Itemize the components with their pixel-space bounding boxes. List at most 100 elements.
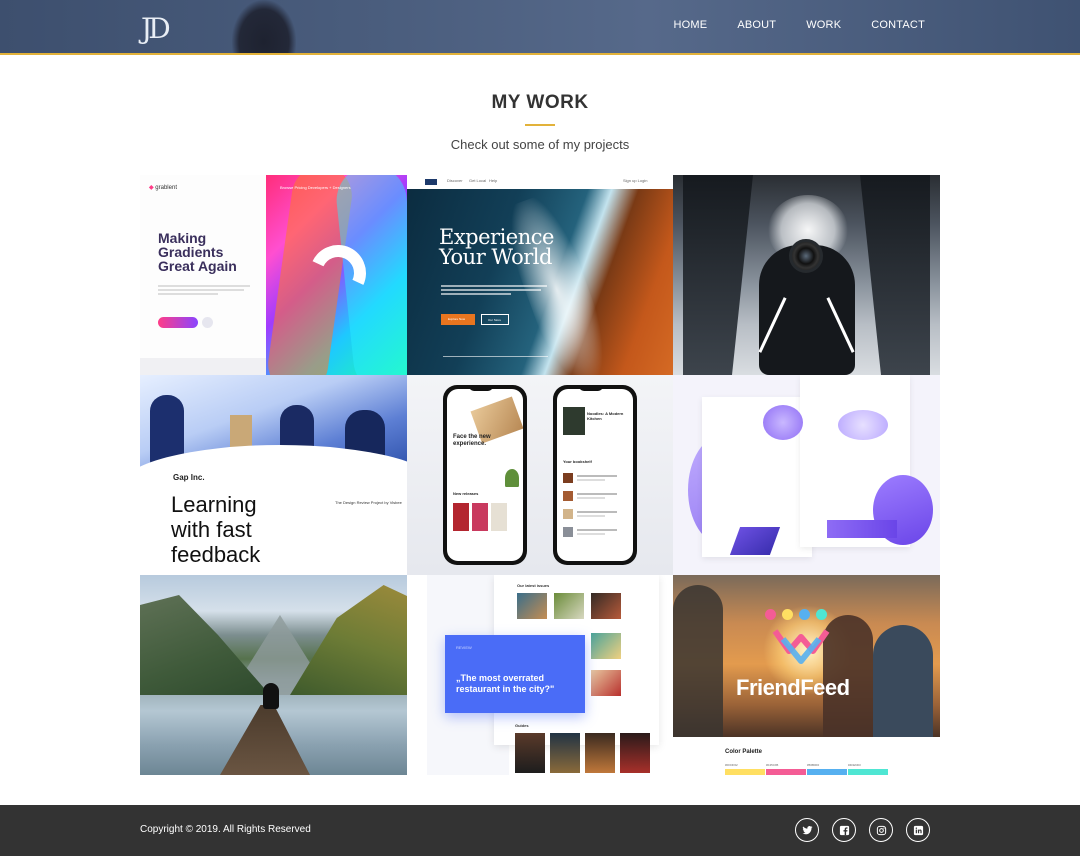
- mountain: [290, 585, 407, 695]
- list-item: [563, 473, 623, 483]
- swatch-label: #4FE6D3: [848, 763, 861, 767]
- grablent-nav: Browse Pricing Developers + Designers: [280, 185, 351, 190]
- purple-cta-panel: [827, 520, 897, 538]
- twitter-icon: [801, 825, 813, 834]
- experience-body-placeholder: [441, 283, 551, 297]
- friendfeed-logo-dots: [765, 609, 827, 620]
- phone-notch: [469, 385, 493, 391]
- phone-title: Face the new experience.: [453, 434, 491, 448]
- social-links: [795, 818, 930, 842]
- project-tile-book-app[interactable]: Face the new experience. New releases No…: [407, 375, 673, 575]
- food-image: [591, 670, 621, 696]
- linkedin-icon: [913, 825, 923, 835]
- site-logo[interactable]: JD: [141, 12, 187, 46]
- title-line: Face the new: [453, 434, 491, 440]
- review-card: REVIEW „The most overrated restaurant in…: [445, 635, 585, 713]
- grablent-body-text-placeholder: [158, 283, 253, 297]
- instagram-link[interactable]: [869, 818, 893, 842]
- headline-line: Learning: [171, 492, 257, 517]
- experience-store-button: Our Store: [481, 314, 509, 325]
- illustration-figure: [763, 405, 803, 440]
- guide-image: [550, 733, 580, 773]
- grablent-footer-bar: [140, 358, 266, 375]
- logo-dot: [816, 609, 827, 620]
- gap-note: The Design Review Project by Visbee: [335, 500, 402, 505]
- main-nav: HOME ABOUT WORK CONTACT: [644, 19, 926, 31]
- project-tile-friendfeed[interactable]: FriendFeed Color Palette #FFDF62 #F45C95…: [673, 575, 940, 775]
- linkedin-link[interactable]: [906, 818, 930, 842]
- section-label: New releases: [453, 491, 479, 496]
- guide-image: [620, 733, 650, 773]
- phone-screen: Noodles: A Modern Kitchen Your bookshelf: [557, 389, 633, 561]
- grablent-brand-text: grablent: [155, 185, 177, 191]
- wooden-dock: [220, 705, 310, 775]
- project-tile-experience[interactable]: Discover Get Local Help Sign up Login Ex…: [407, 175, 673, 375]
- list-item: [563, 509, 623, 519]
- illustration-cloud: [838, 410, 888, 440]
- palette-title: Color Palette: [725, 749, 763, 755]
- book-cover: [472, 503, 488, 531]
- nav-contact-link[interactable]: CONTACT: [871, 19, 925, 31]
- project-tile-grablent[interactable]: ◆ grablent Browse Pricing Developers + D…: [140, 175, 407, 375]
- section-title: MY WORK: [491, 92, 589, 113]
- title-line: experience.: [453, 441, 487, 447]
- review-quote: „The most overrated restaurant in the ci…: [456, 673, 555, 694]
- photo-person: [873, 625, 933, 737]
- facebook-icon: [839, 825, 849, 835]
- project-tile-purple-illustration[interactable]: [673, 375, 940, 575]
- nav-home-link[interactable]: HOME: [674, 19, 708, 31]
- phone-notch: [579, 385, 603, 391]
- title-line: Kitchen: [587, 416, 602, 421]
- facebook-link[interactable]: [832, 818, 856, 842]
- headline-line: Making: [158, 230, 207, 246]
- swatch-label: #FFDF62: [725, 763, 738, 767]
- project-tile-restaurant[interactable]: Our latest issues REVIEW „The most overr…: [407, 575, 673, 775]
- grablent-headline: Making Gradients Great Again: [158, 231, 268, 273]
- food-image: [591, 633, 621, 659]
- food-image: [517, 593, 547, 619]
- nav-work-link[interactable]: WORK: [806, 19, 841, 31]
- phone-mockup-right: Noodles: A Modern Kitchen Your bookshelf: [553, 385, 637, 565]
- nav-about-link[interactable]: ABOUT: [737, 19, 776, 31]
- color-swatch: [848, 769, 888, 775]
- list-item: [563, 527, 623, 537]
- gap-company: Gap Inc.: [173, 473, 205, 482]
- experience-headline: Experience Your World: [439, 227, 554, 269]
- gap-headline: Learning with fast feedback: [171, 492, 260, 567]
- grablent-cta-button: [158, 317, 198, 328]
- project-tile-photographer[interactable]: [673, 175, 940, 375]
- project-tile-lake[interactable]: [140, 575, 407, 775]
- section-label: Your bookshelf: [563, 459, 592, 464]
- friendfeed-logo-icon: [772, 629, 830, 664]
- experience-navbar: Discover Get Local Help Sign up Login: [407, 175, 673, 189]
- twitter-link[interactable]: [795, 818, 819, 842]
- photo-person: [673, 585, 723, 737]
- phone-title: Noodles: A Modern Kitchen: [587, 411, 623, 421]
- food-image: [591, 593, 621, 619]
- instagram-icon: [876, 825, 886, 835]
- guides-label: Guides: [515, 723, 529, 728]
- escalator-left: [683, 175, 753, 375]
- logo-dot: [799, 609, 810, 620]
- site-footer: Copyright © 2019. All Rights Reserved: [0, 805, 1080, 856]
- section-subtitle: Check out some of my projects: [450, 137, 630, 152]
- project-tile-gap-inc[interactable]: Gap Inc. Learning with fast feedback The…: [140, 375, 407, 575]
- food-image: [554, 593, 584, 619]
- portfolio-grid: ◆ grablent Browse Pricing Developers + D…: [140, 175, 940, 775]
- headline-line: Gradients: [158, 244, 224, 260]
- swatch-label: #F45C95: [766, 763, 779, 767]
- book-cover: [453, 503, 469, 531]
- swatch-label: #56B0F0: [807, 763, 820, 767]
- headline-line: with fast: [171, 517, 252, 542]
- copyright-text: Copyright © 2019. All Rights Reserved: [140, 824, 311, 835]
- logo-dot: [765, 609, 776, 620]
- list-item: [563, 491, 623, 501]
- book-cover: [563, 407, 585, 435]
- book-cover: [491, 503, 507, 531]
- guide-image: [515, 733, 545, 773]
- button-label: Our Store: [488, 318, 502, 322]
- button-label: Explore Now: [448, 317, 466, 321]
- color-swatch: [807, 769, 847, 775]
- headline-line: Your World: [439, 245, 552, 269]
- review-label: REVIEW: [456, 645, 472, 650]
